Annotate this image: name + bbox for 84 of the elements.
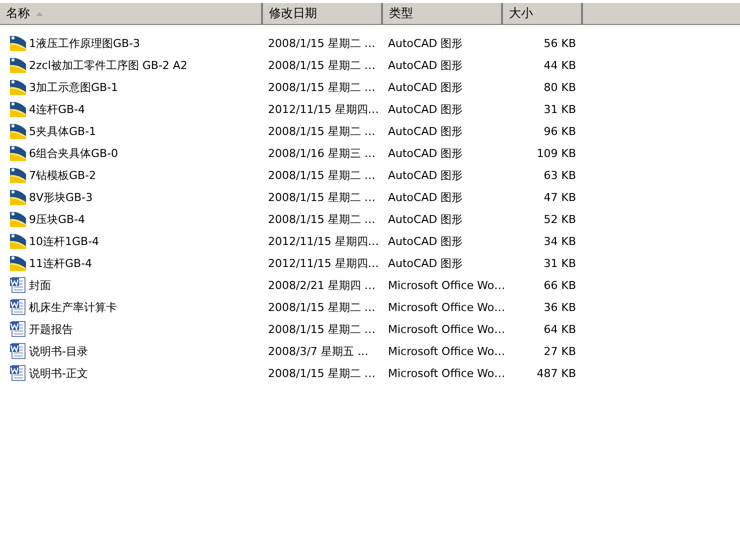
file-size: 64 KB — [544, 322, 576, 336]
drawing-file-icon — [9, 56, 27, 74]
file-type: Microsoft Office Wo… — [388, 300, 506, 314]
column-header[interactable]: 类型 — [383, 3, 503, 25]
word-document-icon — [9, 320, 27, 338]
column-header[interactable]: 名称 — [0, 3, 263, 25]
drawing-file-icon — [9, 166, 27, 184]
file-name[interactable]: 8V形块GB-3 — [29, 190, 93, 204]
file-size: 52 KB — [544, 212, 576, 226]
modified-date: 2008/1/15 星期二 … — [268, 212, 376, 226]
file-type: AutoCAD 图形 — [388, 190, 463, 204]
modified-date: 2008/1/15 星期二 … — [268, 80, 376, 94]
drawing-file-icon — [9, 78, 27, 96]
modified-date: 2008/1/15 星期二 … — [268, 58, 376, 72]
drawing-file-icon — [9, 210, 27, 228]
modified-date: 2008/1/15 星期二 … — [268, 366, 376, 380]
file-name[interactable]: 开题报告 — [29, 322, 73, 336]
modified-date: 2008/1/15 星期二 … — [268, 190, 376, 204]
file-name[interactable]: 2zcl被加工零件工序图 GB-2 A2 — [29, 58, 188, 72]
file-size: 31 KB — [544, 102, 576, 116]
file-size: 487 KB — [536, 366, 576, 380]
file-size: 27 KB — [544, 344, 576, 358]
column-header[interactable]: 修改日期 — [263, 3, 383, 25]
drawing-file-icon — [9, 254, 27, 272]
drawing-file-icon — [9, 144, 27, 162]
word-document-icon — [9, 342, 27, 360]
modified-date: 2008/2/21 星期四 … — [268, 278, 376, 292]
modified-date: 2008/1/15 星期二 … — [268, 322, 376, 336]
file-name[interactable]: 5夹具体GB-1 — [29, 124, 96, 138]
file-type: AutoCAD 图形 — [388, 58, 463, 72]
file-name[interactable]: 10连杆1GB-4 — [29, 234, 100, 248]
drawing-file-icon — [9, 34, 27, 52]
file-type: AutoCAD 图形 — [388, 146, 463, 160]
file-size: 80 KB — [544, 80, 576, 94]
file-type: AutoCAD 图形 — [388, 234, 463, 248]
file-name[interactable]: 6组合夹具体GB-0 — [29, 146, 118, 160]
file-name[interactable]: 1液压工作原理图GB-3 — [29, 36, 140, 50]
column-header[interactable]: 大小 — [503, 3, 583, 25]
file-size: 96 KB — [544, 124, 576, 138]
modified-date: 2008/1/15 星期二 … — [268, 300, 376, 314]
file-size: 66 KB — [544, 278, 576, 292]
file-type: Microsoft Office Wo… — [388, 366, 506, 380]
file-name[interactable]: 说明书-正文 — [29, 366, 88, 380]
file-name[interactable]: 机床生产率计算卡 — [29, 300, 117, 314]
word-document-icon — [9, 364, 27, 382]
word-document-icon — [9, 276, 27, 294]
file-name[interactable]: 7钻模板GB-2 — [29, 168, 96, 182]
file-size: 31 KB — [544, 256, 576, 270]
file-name[interactable]: 4连杆GB-4 — [29, 102, 86, 116]
file-type: Microsoft Office Wo… — [388, 344, 506, 358]
modified-date: 2008/1/16 星期三 … — [268, 146, 376, 160]
drawing-file-icon — [9, 188, 27, 206]
file-name[interactable]: 封面 — [29, 278, 51, 292]
file-type: Microsoft Office Wo… — [388, 322, 506, 336]
file-type: AutoCAD 图形 — [388, 168, 463, 182]
file-size: 47 KB — [544, 190, 576, 204]
modified-date: 2012/11/15 星期四… — [268, 102, 379, 116]
drawing-file-icon — [9, 122, 27, 140]
file-size: 56 KB — [544, 36, 576, 50]
modified-date: 2012/11/15 星期四… — [268, 256, 379, 270]
file-type: AutoCAD 图形 — [388, 256, 463, 270]
word-document-icon — [9, 298, 27, 316]
file-size: 36 KB — [544, 300, 576, 314]
file-type: AutoCAD 图形 — [388, 102, 463, 116]
modified-date: 2008/1/15 星期二 … — [268, 36, 376, 50]
drawing-file-icon — [9, 232, 27, 250]
file-size: 34 KB — [544, 234, 576, 248]
modified-date: 2008/1/15 星期二 … — [268, 124, 376, 138]
file-name[interactable]: 9压块GB-4 — [29, 212, 86, 226]
file-type: AutoCAD 图形 — [388, 80, 463, 94]
modified-date: 2012/11/15 星期四… — [268, 234, 379, 248]
modified-date: 2008/1/15 星期二 … — [268, 168, 376, 182]
file-name[interactable]: 说明书-目录 — [29, 344, 88, 358]
file-size: 44 KB — [544, 58, 576, 72]
file-name[interactable]: 11连杆GB-4 — [29, 256, 92, 270]
file-type: AutoCAD 图形 — [388, 36, 463, 50]
file-name[interactable]: 3加工示意图GB-1 — [29, 80, 118, 94]
file-size: 109 KB — [536, 146, 576, 160]
file-type: Microsoft Office Wo… — [388, 278, 506, 292]
file-type: AutoCAD 图形 — [388, 124, 463, 138]
drawing-file-icon — [9, 100, 27, 118]
file-type: AutoCAD 图形 — [388, 212, 463, 226]
file-size: 63 KB — [544, 168, 576, 182]
modified-date: 2008/3/7 星期五 … — [268, 344, 368, 358]
